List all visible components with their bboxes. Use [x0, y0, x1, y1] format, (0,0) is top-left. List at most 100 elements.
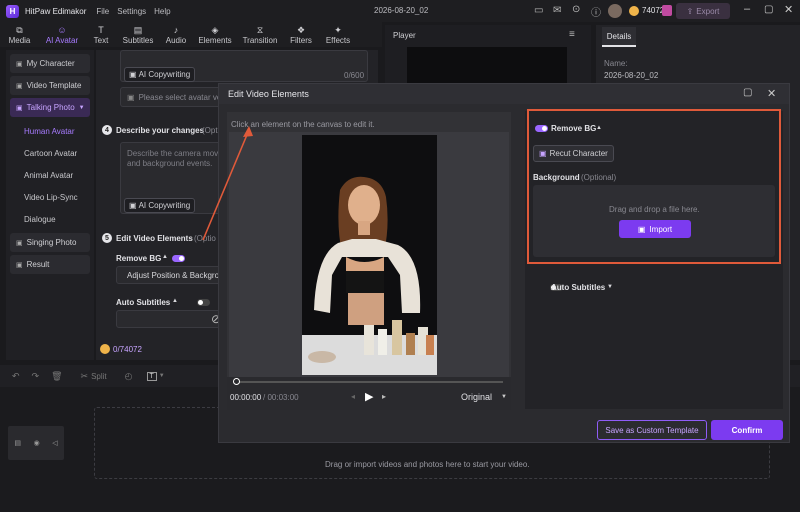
tab-audio[interactable]: ♪ Audio — [159, 22, 193, 47]
auto-subtitles-toggle[interactable] — [197, 299, 211, 307]
dialog-header: Edit Video Elements ▢ ✕ — [219, 84, 789, 104]
sidebar-sub-animal-avatar[interactable]: Animal Avatar — [6, 164, 94, 186]
export-icon: ⇪ — [686, 6, 694, 16]
chevron-up-icon[interactable]: ▲ — [172, 298, 178, 304]
tab-ai-avatar[interactable]: ☺ AI Avatar — [39, 22, 85, 47]
chevron-up-icon[interactable]: ▲ — [162, 254, 168, 260]
remove-bg-label: Remove BG — [116, 254, 162, 263]
next-frame-icon[interactable]: ▸ — [382, 392, 386, 401]
speed-icon[interactable]: ◴ — [125, 371, 133, 382]
background-drop-zone[interactable]: Drag and drop a file here. ▣ Import — [533, 185, 775, 257]
prev-frame-icon[interactable]: ◂ — [351, 392, 355, 401]
chevron-down-icon: ▼ — [78, 104, 85, 111]
chevron-down-icon[interactable]: ▼ — [607, 284, 613, 290]
minimize-icon[interactable]: – — [744, 3, 750, 15]
remove-bg-toggle[interactable] — [535, 125, 548, 133]
avatar[interactable] — [608, 4, 622, 18]
ai-avatar-icon: ☺ — [57, 24, 67, 35]
play-icon[interactable]: ▶ — [365, 390, 373, 403]
sidebar-item-my-character[interactable]: ▣ My Character — [10, 54, 90, 73]
menu-help[interactable]: Help — [154, 7, 170, 16]
split-label[interactable]: Split — [91, 372, 107, 381]
text-tool-icon[interactable]: T — [146, 371, 157, 381]
step-4-title: Describe your changes — [116, 126, 205, 135]
layout-icon[interactable]: ▭ — [534, 5, 543, 16]
mail-icon[interactable]: ✉ — [553, 5, 561, 16]
track-controls: ▤ ◉ ◁ — [8, 426, 64, 460]
step-5-title: Edit Video Elements — [116, 234, 193, 243]
undo-icon[interactable]: ↶ — [12, 371, 20, 382]
dialog-title: Edit Video Elements — [228, 89, 309, 99]
tab-media[interactable]: ⧉ Media — [0, 22, 39, 47]
tab-details[interactable]: Details — [602, 27, 636, 47]
tab-filters[interactable]: ❖ Filters — [283, 22, 319, 47]
split-icon[interactable]: ✂ — [81, 371, 89, 382]
progress-handle[interactable] — [233, 378, 240, 385]
menu-settings[interactable]: Settings — [117, 7, 146, 16]
ai-icon: ▣ — [129, 201, 137, 210]
sidebar-item-talking-photo[interactable]: ▣ Talking Photo ▼ — [10, 98, 90, 117]
chevron-down-icon[interactable]: ▼ — [159, 373, 165, 379]
name-value: 2026-08-20_02 — [604, 71, 659, 80]
tab-text[interactable]: T Text — [85, 22, 117, 47]
tab-effects[interactable]: ✦ Effects — [319, 22, 357, 47]
step-4-badge: 4 — [102, 125, 112, 135]
visibility-icon[interactable]: ◉ — [34, 439, 40, 447]
chevron-up-icon[interactable]: ▲ — [596, 125, 602, 131]
canvas[interactable] — [229, 132, 509, 377]
sidebar-item-result[interactable]: ▣ Result — [10, 255, 90, 274]
maximize-icon[interactable]: ▢ — [764, 4, 773, 15]
credit-cost: 0/74072 — [100, 344, 142, 354]
background-label: Background — [533, 173, 580, 182]
download-icon[interactable]: ⊙ — [572, 4, 580, 15]
upgrade-icon[interactable] — [662, 5, 672, 16]
text-icon: T — [98, 24, 104, 35]
ai-copywriting-button[interactable]: ▣ AI Copywriting — [124, 67, 196, 82]
sidebar-item-singing-photo[interactable]: ▣ Singing Photo — [10, 233, 90, 252]
save-custom-template-button[interactable]: Save as Custom Template — [597, 420, 707, 440]
template-icon: ▣ — [16, 82, 23, 90]
delete-icon[interactable]: 🗑 — [51, 371, 62, 382]
volume-icon[interactable]: ◁ — [52, 439, 57, 447]
tab-subtitles[interactable]: ▤ Subtitles — [117, 22, 159, 47]
ai-copywriting-button-2[interactable]: ▣ AI Copywriting — [124, 198, 196, 213]
info-icon[interactable]: ⓘ — [591, 4, 601, 19]
close-icon[interactable]: ✕ — [767, 87, 776, 100]
chevron-down-icon[interactable]: ▼ — [501, 394, 507, 400]
redo-icon[interactable]: ↷ — [32, 371, 40, 382]
close-icon[interactable]: ✕ — [784, 3, 793, 16]
sidebar-sub-human-avatar[interactable]: Human Avatar — [6, 120, 94, 142]
recut-character-button[interactable]: ▣ Recut Character — [533, 145, 614, 162]
avatar-image — [302, 135, 437, 375]
progress-track[interactable] — [235, 381, 503, 383]
lock-icon[interactable]: ▤ — [14, 439, 21, 447]
tab-elements[interactable]: ◈ Elements — [193, 22, 237, 47]
time-total: / 00:03:00 — [263, 393, 299, 402]
aspect-ratio-select[interactable]: Original — [461, 392, 492, 402]
subtitles-icon: ▤ — [133, 24, 143, 35]
menu-icon[interactable]: ≡ — [569, 29, 575, 40]
sidebar: ▣ My Character ▣ Video Template ▣ Talking P… — [6, 50, 94, 360]
import-button[interactable]: ▣ Import — [619, 220, 691, 238]
project-name: 2026-08-20_02 — [374, 6, 429, 15]
elements-settings-panel: Remove BG ▲ ▣ Recut Character Background … — [525, 109, 783, 409]
character-icon: ▣ — [16, 60, 23, 68]
tab-transition[interactable]: ⧖ Transition — [237, 22, 283, 47]
sidebar-sub-dialogue[interactable]: Dialogue — [6, 208, 94, 230]
avatar-photo[interactable] — [302, 135, 437, 375]
confirm-button[interactable]: Confirm — [711, 420, 783, 440]
maximize-icon[interactable]: ▢ — [743, 87, 752, 98]
singing-photo-icon: ▣ — [16, 239, 23, 247]
sidebar-sub-cartoon-avatar[interactable]: Cartoon Avatar — [6, 142, 94, 164]
sidebar-item-video-template[interactable]: ▣ Video Template — [10, 76, 90, 95]
main-toolbar: ⧉ Media ☺ AI Avatar T Text ▤ Subtitles ♪ Audi… — [0, 22, 382, 47]
effects-icon: ✦ — [334, 24, 342, 35]
menu-file[interactable]: File — [96, 7, 109, 16]
player-screen — [407, 47, 567, 87]
drop-hint: Drag and drop a file here. — [609, 205, 700, 214]
folder-icon: ▣ — [637, 224, 646, 234]
sidebar-sub-video-lip-sync[interactable]: Video Lip-Sync — [6, 186, 94, 208]
remove-bg-toggle[interactable] — [172, 255, 185, 263]
export-button[interactable]: ⇪ Export — [676, 3, 730, 19]
timeline-drop-text: Drag or import videos and photos here to… — [325, 460, 530, 469]
